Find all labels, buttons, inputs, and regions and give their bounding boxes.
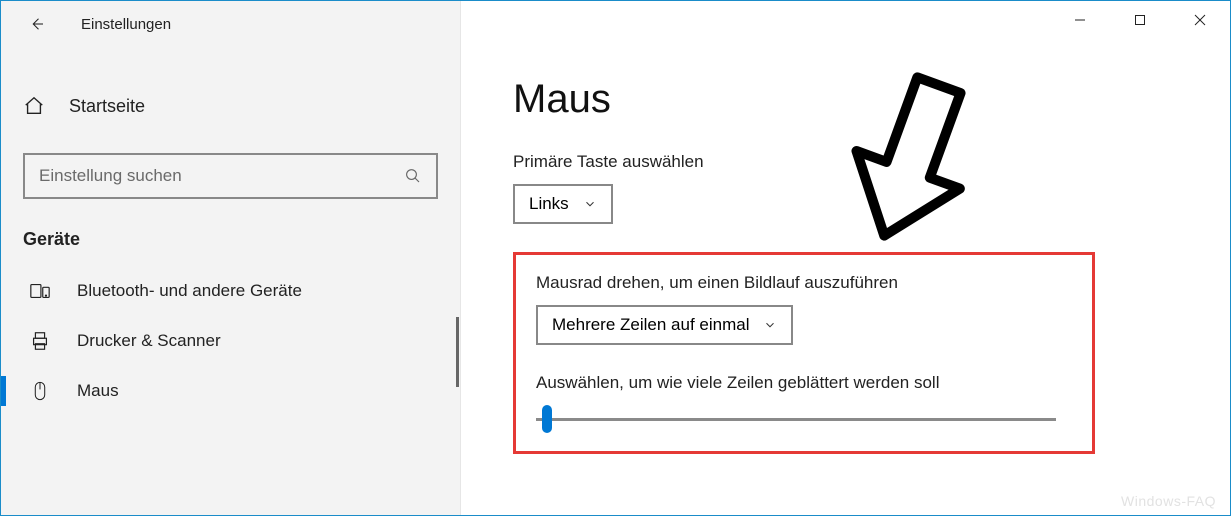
search-icon [404,167,422,185]
maximize-button[interactable] [1110,1,1170,39]
slider-thumb[interactable] [542,405,552,433]
close-button[interactable] [1170,1,1230,39]
sidebar-item-mouse[interactable]: Maus [1,366,460,416]
sidebar-item-bluetooth[interactable]: Bluetooth- und andere Geräte [1,266,460,316]
titlebar: Einstellungen [1,1,460,47]
minimize-icon [1074,14,1086,26]
lines-setting-label: Auswählen, um wie viele Zeilen geblätter… [536,373,1072,393]
scroll-setting-label: Mausrad drehen, um einen Bildlauf auszuf… [536,273,1072,293]
sidebar-item-label: Drucker & Scanner [77,331,221,351]
printer-icon [29,330,51,352]
arrow-left-icon [28,15,46,33]
content-area: Maus Primäre Taste auswählen Links Mausr… [461,1,1230,515]
search-box[interactable] [23,153,438,199]
slider-track [536,418,1056,421]
sidebar-item-label: Bluetooth- und andere Geräte [77,281,302,301]
page-title: Maus [513,77,1190,122]
primary-button-label: Primäre Taste auswählen [513,152,1190,172]
home-label: Startseite [69,96,145,117]
mouse-icon [30,380,50,402]
chevron-down-icon [583,197,597,211]
sidebar-item-printers[interactable]: Drucker & Scanner [1,316,460,366]
chevron-down-icon [763,318,777,332]
primary-button-dropdown[interactable]: Links [513,184,613,224]
maximize-icon [1134,14,1146,26]
sidebar: Einstellungen Startseite Geräte Bluetoot… [1,1,461,515]
window-title: Einstellungen [81,16,171,33]
minimize-button[interactable] [1050,1,1110,39]
dropdown-value: Mehrere Zeilen auf einmal [552,315,749,335]
search-input[interactable] [39,166,404,186]
dropdown-value: Links [529,194,569,214]
home-link[interactable]: Startseite [1,83,460,129]
section-header: Geräte [1,199,460,266]
back-button[interactable] [23,10,51,38]
window-controls [1050,1,1230,39]
sidebar-item-label: Maus [77,381,119,401]
devices-icon [29,280,51,302]
home-icon [23,95,45,117]
close-icon [1194,14,1206,26]
scrollbar[interactable] [456,317,459,387]
highlight-box: Mausrad drehen, um einen Bildlauf auszuf… [513,252,1095,454]
scroll-setting-dropdown[interactable]: Mehrere Zeilen auf einmal [536,305,793,345]
watermark: Windows-FAQ [1121,493,1216,509]
lines-slider[interactable] [536,407,1056,431]
